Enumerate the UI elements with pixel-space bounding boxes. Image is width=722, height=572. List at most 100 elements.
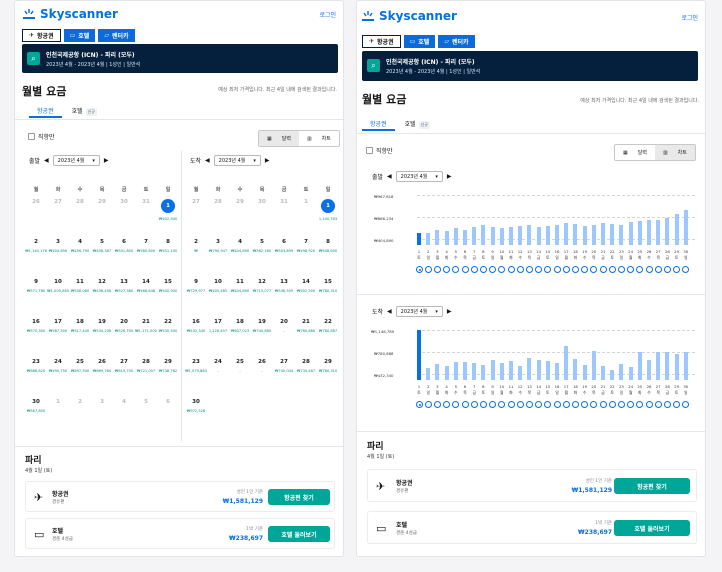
calendar-day[interactable]: 4 ₩404,890 [229, 239, 251, 279]
date-radio-button[interactable] [433, 401, 441, 408]
price-bar[interactable] [417, 233, 421, 245]
price-bar[interactable] [665, 351, 670, 380]
price-bar[interactable] [545, 226, 550, 245]
checkbox-box[interactable] [366, 147, 373, 154]
calendar-day[interactable]: 30 [113, 199, 135, 239]
price-bar[interactable] [555, 224, 559, 245]
date-radio-button[interactable] [636, 401, 644, 408]
price-bar[interactable] [637, 351, 642, 380]
calendar-day[interactable]: 28 [69, 199, 91, 239]
price-bar[interactable] [601, 223, 605, 245]
date-radio-button[interactable] [673, 266, 681, 273]
calendar-day[interactable]: 31 [135, 199, 157, 239]
skyscanner-logo[interactable]: Skyscanner [22, 7, 118, 21]
prev-month-icon[interactable]: ◀ [205, 157, 210, 164]
date-radio-button[interactable] [489, 266, 497, 273]
date-radio-button[interactable] [645, 266, 653, 273]
price-bar[interactable] [463, 361, 467, 380]
date-radio-button[interactable] [452, 266, 460, 273]
tab-flight-results[interactable]: 항공권 [29, 106, 61, 118]
price-bar[interactable] [527, 358, 532, 380]
tab-flights[interactable]: ✈ 항공권 [22, 29, 61, 42]
price-bar[interactable] [564, 346, 569, 380]
price-bar[interactable] [435, 363, 440, 380]
price-bar[interactable] [444, 231, 449, 245]
price-bar[interactable] [536, 226, 541, 245]
next-month-icon[interactable]: ▶ [104, 157, 109, 164]
price-bar[interactable] [463, 229, 467, 245]
date-radio-button[interactable] [571, 266, 579, 273]
find-flights-button[interactable]: 항공편 찾기 [268, 489, 330, 505]
price-bar[interactable] [573, 223, 578, 245]
date-radio-button[interactable] [433, 266, 441, 273]
calendar-day[interactable]: 7 ₩580,600 [135, 239, 157, 279]
calendar-day[interactable]: 28 ₩734,487 [295, 359, 317, 399]
date-radio-button[interactable] [544, 266, 552, 273]
calendar-day[interactable]: 15 ₩780,310 [317, 279, 339, 319]
calendar-day[interactable]: 5 ₩562,180 [251, 239, 273, 279]
calendar-day[interactable]: 1 ₩402,340 [157, 199, 179, 239]
calendar-day[interactable]: 2 ₩1,140,176 [25, 239, 47, 279]
search-icon[interactable]: ⌕ [367, 59, 380, 72]
price-bar[interactable] [628, 367, 633, 380]
date-radio-button[interactable] [489, 401, 497, 408]
date-radio-button[interactable] [452, 401, 460, 408]
search-summary[interactable]: ⌕ 인천국제공항 (ICN) - 파리 (모두) 2023년 4월 - 2023… [362, 51, 698, 81]
calendar-day[interactable]: 4 ₩456,790 [69, 239, 91, 279]
view-toggle[interactable]: ▦ 달력 ▥ 차트 [258, 130, 340, 147]
login-link[interactable]: 로그인 [681, 13, 698, 22]
month-select[interactable]: 2023년 4월 ▾ [395, 306, 443, 317]
date-radio-button[interactable] [599, 401, 607, 408]
calendar-day[interactable]: 13 ₩538,509 [273, 279, 295, 319]
price-bar[interactable] [527, 225, 532, 245]
prev-month-icon[interactable]: ◀ [387, 173, 392, 180]
date-radio-button[interactable] [415, 401, 423, 408]
direct-only-checkbox[interactable]: 직항만 [366, 146, 393, 155]
price-bar[interactable] [453, 227, 458, 245]
search-summary[interactable]: ⌕ 인천국제공항 (ICN) - 파리 (모두) 2023년 4월 - 2023… [22, 44, 338, 73]
date-radio-button[interactable] [443, 401, 451, 408]
calendar-day[interactable]: 16 ₩570,300 [25, 319, 47, 359]
date-radio-button[interactable] [516, 266, 524, 273]
find-flights-button[interactable]: 항공편 찾기 [614, 478, 690, 494]
date-radio-button[interactable] [654, 401, 662, 408]
calendar-day[interactable]: 19 ₩740,880 [251, 319, 273, 359]
browse-hotels-button[interactable]: 호텔 둘러보기 [614, 520, 690, 536]
date-radio-button[interactable] [553, 266, 561, 273]
price-bar[interactable] [453, 361, 458, 380]
tab-hotel-results[interactable]: 호텔 신규 [405, 119, 430, 129]
date-radio-button[interactable] [424, 401, 432, 408]
calendar-day[interactable]: 1 [295, 199, 317, 239]
tab-flight-results[interactable]: 항공권 [362, 119, 394, 131]
price-bar[interactable] [444, 365, 449, 380]
calendar-day[interactable]: 27 [185, 199, 207, 239]
price-bar[interactable] [509, 361, 513, 380]
calendar-day[interactable]: 3 ₩790,947 [207, 239, 229, 279]
price-bar[interactable] [637, 221, 642, 245]
calendar-day[interactable]: 6 ₩503,899 [273, 239, 295, 279]
calendar-day[interactable]: 20 ₩526,700 [113, 319, 135, 359]
date-radio-button[interactable] [461, 401, 469, 408]
month-select[interactable]: 2023년 4월 ▾ [52, 155, 100, 166]
next-month-icon[interactable]: ▶ [265, 157, 270, 164]
date-radio-button[interactable] [562, 401, 570, 408]
price-bar[interactable] [619, 364, 624, 380]
calendar-day[interactable]: 25 - [229, 359, 251, 399]
calendar-day[interactable]: 29 [91, 199, 113, 239]
browse-hotels-button[interactable]: 호텔 둘러보기 [268, 526, 330, 542]
calendar-day[interactable]: 21 ₩780,880 [295, 319, 317, 359]
calendar-day[interactable]: 26 ₩669,784 [91, 359, 113, 399]
calendar-day[interactable]: 30 ₩972,528 [185, 399, 207, 439]
date-radio-button[interactable] [415, 266, 423, 273]
calendar-day[interactable]: 29 ₩760,310 [317, 359, 339, 399]
date-radio-button[interactable] [479, 401, 487, 408]
view-toggle[interactable]: ▦ 달력 ▥ 차트 [614, 144, 696, 161]
calendar-day[interactable]: 11 ₩558,060 [69, 279, 91, 319]
calendar-day[interactable]: 29 ₩738,762 [157, 359, 179, 399]
date-radio-button[interactable] [461, 266, 469, 273]
price-bar[interactable] [536, 360, 541, 380]
date-radio-button[interactable] [544, 401, 552, 408]
calendar-day[interactable]: 10 ₩1,009,085 [47, 279, 69, 319]
calendar-day[interactable]: 23 ₩668,620 [25, 359, 47, 399]
search-icon[interactable]: ⌕ [27, 52, 40, 65]
